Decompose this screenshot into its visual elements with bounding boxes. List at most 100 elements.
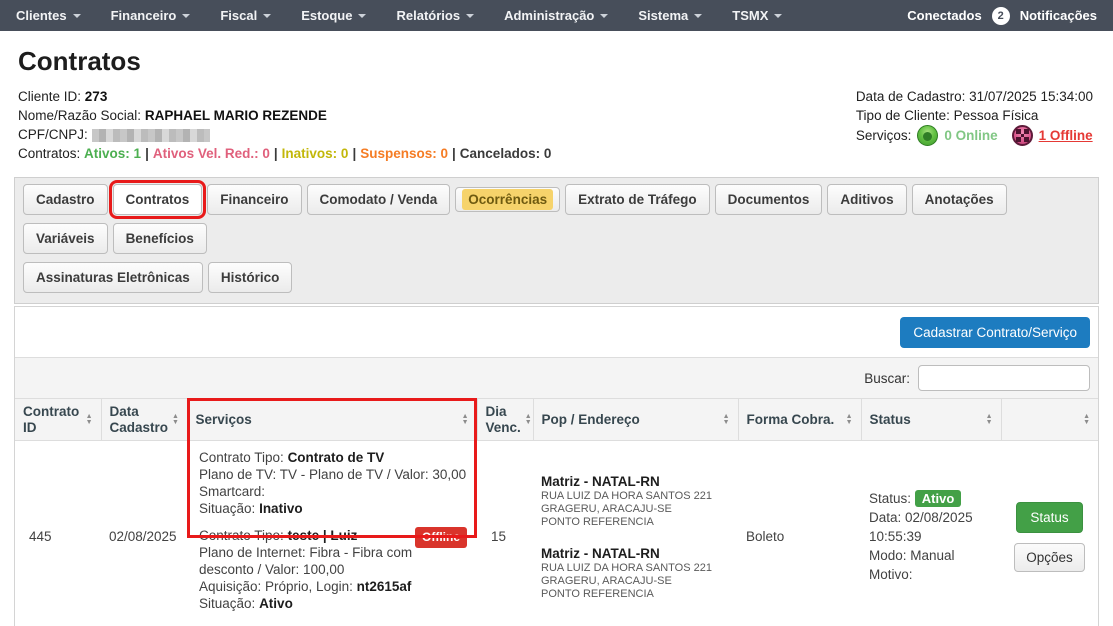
tab-extrato-trafego[interactable]: Extrato de Tráfego	[565, 184, 710, 215]
service-line: Smartcard:	[199, 483, 467, 500]
offline-count-link[interactable]: 1 Offline	[1039, 126, 1093, 145]
status-date-line: Data: 02/08/2025 10:55:39	[869, 508, 993, 546]
cadastrar-contrato-button[interactable]: Cadastrar Contrato/Serviço	[900, 317, 1090, 348]
tab-beneficios[interactable]: Benefícios	[113, 223, 207, 254]
table-row: 445 02/08/2025 Contrato Tipo: Contrato d…	[15, 441, 1098, 626]
nav-financeiro-label: Financeiro	[111, 8, 177, 23]
search-input[interactable]	[918, 365, 1090, 391]
header-status[interactable]: Status▲▼	[861, 399, 1001, 441]
header-actions[interactable]: ▲▼	[1001, 399, 1098, 441]
nav-right-group: Conectados 2 Notificações	[907, 7, 1097, 25]
header-servicos[interactable]: Serviços ▲▼	[187, 399, 477, 441]
chevron-down-icon	[263, 14, 271, 18]
notifications-link[interactable]: Notificações	[1020, 8, 1097, 23]
service-line: Plano de TV: TV - Plano de TV / Valor: 3…	[199, 466, 467, 483]
status-badge: Ativo	[915, 490, 962, 507]
tab-comodato-venda[interactable]: Comodato / Venda	[307, 184, 451, 215]
offline-badge: Offline	[415, 527, 467, 548]
header-label: Pop / Endereço	[542, 412, 640, 428]
tab-historico[interactable]: Histórico	[208, 262, 293, 293]
service-line: Plano de Internet: Fibra - Fibra com des…	[199, 544, 467, 578]
separator: |	[145, 146, 149, 161]
header-forma-cobra[interactable]: Forma Cobra.▲▼	[738, 399, 861, 441]
tab-cadastro[interactable]: Cadastro	[23, 184, 108, 215]
separator: |	[352, 146, 356, 161]
tab-financeiro[interactable]: Financeiro	[207, 184, 301, 215]
header-data-cadastro[interactable]: Data Cadastro▲▼	[101, 399, 187, 441]
client-id-label: Cliente ID:	[18, 89, 81, 104]
count-inativos: Inativos: 0	[282, 146, 349, 161]
tabs-container: CadastroContratosFinanceiroComodato / Ve…	[14, 177, 1099, 304]
sort-icon[interactable]: ▲▼	[986, 414, 993, 426]
tab-contratos[interactable]: Contratos	[113, 184, 203, 215]
chevron-down-icon	[774, 14, 782, 18]
cell-status: Status: Ativo Data: 02/08/2025 10:55:39 …	[861, 441, 1001, 626]
chevron-down-icon	[182, 14, 190, 18]
sort-icon[interactable]: ▲▼	[172, 414, 179, 426]
nav-tsmx-label: TSMX	[732, 8, 768, 23]
status-mode-line: Modo: Manual	[869, 546, 993, 565]
count-suspensos: Suspensos: 0	[360, 146, 448, 161]
top-navbar: Clientes Financeiro Fiscal Estoque Relat…	[0, 0, 1113, 31]
search-bar: Buscar:	[15, 357, 1098, 398]
separator: |	[274, 146, 278, 161]
sort-icon[interactable]: ▲▼	[462, 414, 469, 426]
client-contracts-line: Contratos: Ativos: 1|Ativos Vel. Red.: 0…	[18, 144, 551, 163]
service-line: OfflineContrato Tipo: teste | Luiz	[199, 527, 467, 544]
chevron-down-icon	[73, 14, 81, 18]
contracts-panel: Cadastrar Contrato/Serviço Buscar: Contr…	[14, 306, 1099, 626]
nav-relatorios[interactable]: Relatórios	[396, 8, 474, 23]
cadastro-date-line: Data de Cadastro: 31/07/2025 15:34:00	[856, 87, 1093, 106]
nav-financeiro[interactable]: Financeiro	[111, 8, 191, 23]
header-contrato-id[interactable]: Contrato ID▲▼	[15, 399, 101, 441]
page-title: Contratos	[18, 46, 1113, 77]
contracts-table: Contrato ID▲▼ Data Cadastro▲▼ Serviços▲▼…	[15, 398, 1098, 626]
sort-icon[interactable]: ▲▼	[1083, 414, 1090, 426]
client-type-line: Tipo de Cliente: Pessoa Física	[856, 106, 1093, 125]
online-count-text: 0 Online	[944, 126, 997, 145]
tab-ocorrencias-highlight: Ocorrências	[462, 189, 553, 210]
tab-documentos[interactable]: Documentos	[715, 184, 823, 215]
client-id-value: 273	[85, 89, 108, 104]
nav-tsmx[interactable]: TSMX	[732, 8, 782, 23]
service-line: Situação: Ativo	[199, 595, 467, 612]
sort-icon[interactable]: ▲▼	[86, 414, 93, 426]
online-status-icon	[917, 125, 938, 146]
nav-fiscal[interactable]: Fiscal	[220, 8, 271, 23]
pop-address-line: GRAGERU, ARACAJU-SE	[541, 503, 730, 516]
service-line: Situação: Inativo	[199, 500, 467, 517]
client-cpf-label: CPF/CNPJ:	[18, 127, 88, 142]
header-label: Data Cadastro	[110, 404, 169, 436]
sort-icon[interactable]: ▲▼	[846, 414, 853, 426]
header-label: Serviços	[196, 412, 252, 428]
nav-estoque[interactable]: Estoque	[301, 8, 366, 23]
count-cancelados: Cancelados: 0	[460, 146, 552, 161]
client-name-line: Nome/Razão Social: RAPHAEL MARIO REZENDE	[18, 106, 551, 125]
header-pop-endereco[interactable]: Pop / Endereço ▲▼	[533, 399, 738, 441]
tab-anotacoes[interactable]: Anotações	[912, 184, 1007, 215]
cpf-redacted-blur	[92, 129, 210, 142]
pop-block: Matriz - NATAL-RN RUA LUIZ DA HORA SANTO…	[541, 473, 730, 529]
sort-icon[interactable]: ▲▼	[723, 414, 730, 426]
nav-administracao[interactable]: Administração	[504, 8, 608, 23]
sort-icon[interactable]: ▲▼	[525, 414, 532, 426]
connected-link[interactable]: Conectados	[907, 8, 981, 23]
opcoes-button[interactable]: Opções	[1014, 543, 1085, 572]
nav-fiscal-label: Fiscal	[220, 8, 257, 23]
tab-aditivos[interactable]: Aditivos	[827, 184, 906, 215]
header-dia-venc[interactable]: Dia Venc.▲▼	[477, 399, 533, 441]
tab-ocorrencias[interactable]: Ocorrências	[455, 187, 560, 212]
pop-address-line: RUA LUIZ DA HORA SANTOS 221	[541, 490, 730, 503]
nav-sistema[interactable]: Sistema	[638, 8, 702, 23]
connected-count-badge[interactable]: 2	[992, 7, 1010, 25]
nav-clientes[interactable]: Clientes	[16, 8, 81, 23]
pop-name: Matriz - NATAL-RN	[541, 473, 730, 490]
tab-variaveis[interactable]: Variáveis	[23, 223, 108, 254]
tab-assinaturas-eletronicas[interactable]: Assinaturas Eletrônicas	[23, 262, 203, 293]
count-ativos-vel-red: Ativos Vel. Red.: 0	[153, 146, 270, 161]
offline-status-icon	[1012, 125, 1033, 146]
pop-address-line: RUA LUIZ DA HORA SANTOS 221	[541, 562, 730, 575]
client-id-line: Cliente ID: 273	[18, 87, 551, 106]
cell-forma-cobra: Boleto	[738, 441, 861, 626]
status-button[interactable]: Status	[1016, 502, 1082, 533]
